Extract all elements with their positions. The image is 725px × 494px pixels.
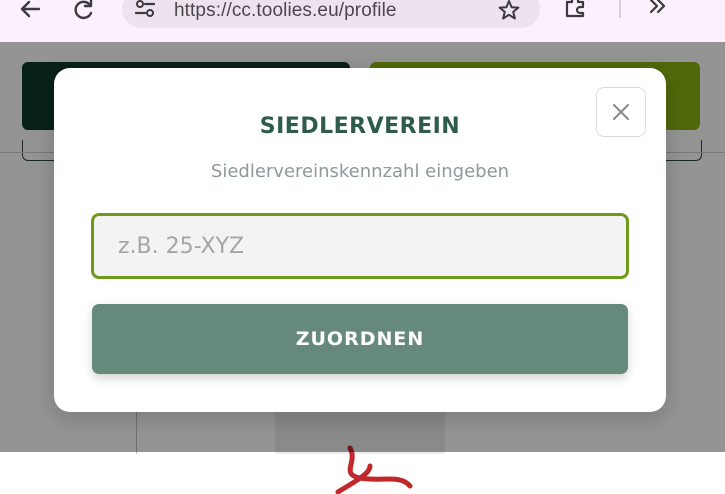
back-button[interactable]: [14, 0, 46, 20]
star-icon[interactable]: [498, 0, 520, 20]
reload-icon: [74, 0, 93, 20]
puzzle-icon[interactable]: [563, 0, 589, 18]
association-code-input[interactable]: [91, 213, 629, 279]
modal-subtitle: Siedlervereinskennzahl eingeben: [210, 161, 510, 182]
chevron-double-right-icon[interactable]: [646, 0, 670, 18]
browser-toolbar: https://cc.toolies.eu/profile: [0, 0, 725, 43]
arrow-left-icon: [20, 0, 41, 18]
siedlerverein-modal: SIEDLERVEREIN Siedlervereinskennzahl ein…: [54, 68, 666, 412]
reload-button[interactable]: [68, 0, 100, 20]
assign-button[interactable]: ZUORDNEN: [92, 304, 628, 374]
modal-title: SIEDLERVEREIN: [259, 114, 461, 139]
address-bar[interactable]: https://cc.toolies.eu/profile: [122, 0, 540, 28]
toolbar-divider: [619, 0, 621, 18]
tune-icon[interactable]: [134, 0, 156, 18]
url-text[interactable]: https://cc.toolies.eu/profile: [174, 0, 397, 22]
